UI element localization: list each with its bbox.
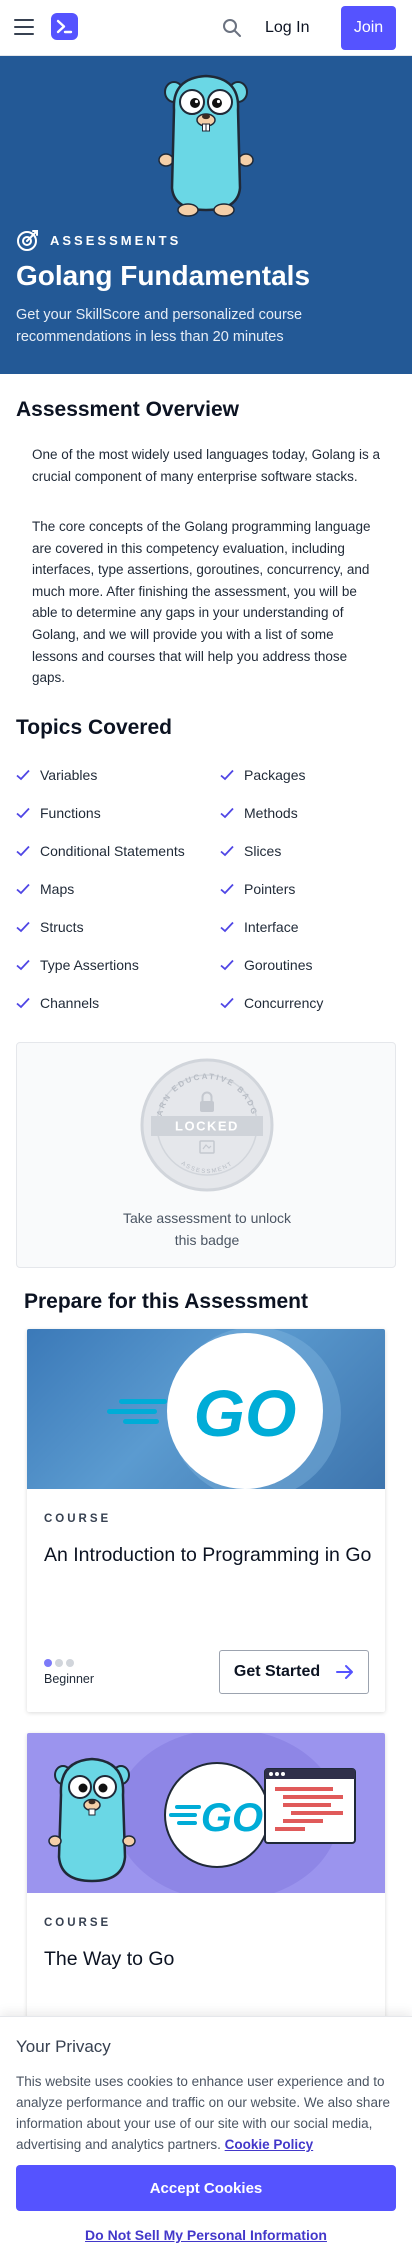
topic-item: Type Assertions: [16, 946, 220, 984]
difficulty-indicator: [44, 1659, 74, 1667]
course-thumbnail-text: GO: [201, 1796, 263, 1840]
check-icon: [16, 807, 30, 819]
page-title: Golang Fundamentals: [16, 260, 311, 291]
assessments-eyebrow: ASSESSMENTS: [16, 228, 181, 252]
check-icon: [220, 845, 234, 857]
topic-item: Goroutines: [220, 946, 396, 984]
go-gopher-illustration: GO: [48, 1733, 356, 1893]
badge-card: EARN EDUCATIVE BADGE ASSESSMENT LOCKED T…: [16, 1042, 396, 1268]
gopher-mascot-image: [158, 74, 254, 217]
prepare-heading: Prepare for this Assessment: [24, 1290, 309, 1313]
course-card[interactable]: GO COURSE The Way to Go: [27, 1733, 385, 2023]
privacy-title: Your Privacy: [16, 2037, 111, 2056]
get-started-button[interactable]: Get Started: [219, 1650, 369, 1694]
check-icon: [220, 883, 234, 895]
assessments-label: ASSESSMENTS: [50, 232, 182, 248]
privacy-banner: Your Privacy This website uses cookies t…: [0, 2016, 412, 2262]
topics-list: Variables Packages Functions Methods Con…: [16, 756, 396, 1022]
join-button[interactable]: Join: [341, 6, 396, 50]
overview-paragraph: One of the most widely used languages to…: [32, 447, 380, 484]
overview-heading: Assessment Overview: [16, 398, 239, 421]
difficulty-dot: [55, 1659, 63, 1667]
top-navigation-bar: Log In Join: [0, 0, 412, 56]
check-icon: [16, 883, 30, 895]
arrow-right-icon: [336, 1665, 354, 1679]
topic-item: Conditional Statements: [16, 832, 220, 870]
topic-item: Packages: [220, 756, 396, 794]
topic-item: Variables: [16, 756, 220, 794]
hero-subtitle: Get your SkillScore and personalized cou…: [16, 307, 303, 345]
topic-item: Slices: [220, 832, 396, 870]
login-button[interactable]: Log In: [265, 14, 309, 42]
brand-logo-icon[interactable]: [51, 13, 78, 40]
go-logo-image: GO: [107, 1329, 341, 1489]
topic-item: Concurrency: [220, 984, 396, 1022]
badge-status-label: LOCKED: [175, 1119, 239, 1134]
menu-icon[interactable]: [14, 19, 34, 35]
course-thumbnail-text: GO: [194, 1376, 297, 1450]
course-title[interactable]: The Way to Go: [44, 1945, 374, 1973]
course-card[interactable]: GO COURSE An Introduction to Programming…: [27, 1329, 385, 1712]
privacy-text: This website uses cookies to enhance use…: [16, 2074, 390, 2152]
topic-item: Functions: [16, 794, 220, 832]
do-not-sell-link[interactable]: Do Not Sell My Personal Information: [0, 2227, 412, 2243]
course-thumbnail: GO: [27, 1329, 385, 1489]
search-icon[interactable]: [222, 18, 242, 38]
topic-item: Maps: [16, 870, 220, 908]
difficulty-dot: [66, 1659, 74, 1667]
topic-item: Interface: [220, 908, 396, 946]
check-icon: [16, 959, 30, 971]
check-icon: [220, 769, 234, 781]
course-kind-label: COURSE: [44, 1513, 112, 1525]
check-icon: [16, 769, 30, 781]
topics-heading: Topics Covered: [16, 716, 172, 739]
course-thumbnail: GO: [27, 1733, 385, 1893]
cookie-policy-link[interactable]: Cookie Policy: [225, 2137, 314, 2152]
topic-item: Channels: [16, 984, 220, 1022]
topic-item: Methods: [220, 794, 396, 832]
check-icon: [16, 845, 30, 857]
check-icon: [220, 921, 234, 933]
course-kind-label: COURSE: [44, 1917, 112, 1929]
target-icon: [17, 230, 38, 251]
check-icon: [16, 997, 30, 1009]
badge-caption: Take assessment to unlock this badge: [122, 1210, 292, 1248]
hero-banner: ASSESSMENTS Golang Fundamentals Get your…: [0, 56, 412, 374]
check-icon: [16, 921, 30, 933]
accept-cookies-button[interactable]: Accept Cookies: [16, 2165, 396, 2211]
difficulty-level: Beginner: [44, 1672, 95, 1686]
check-icon: [220, 959, 234, 971]
locked-badge-icon: EARN EDUCATIVE BADGE ASSESSMENT LOCKED: [140, 1058, 274, 1192]
overview-paragraph: The core concepts of the Golang programm…: [32, 519, 371, 686]
check-icon: [220, 807, 234, 819]
check-icon: [220, 997, 234, 1009]
difficulty-dot: [44, 1659, 52, 1667]
topic-item: Pointers: [220, 870, 396, 908]
course-title[interactable]: An Introduction to Programming in Go: [44, 1541, 374, 1569]
topic-item: Structs: [16, 908, 220, 946]
